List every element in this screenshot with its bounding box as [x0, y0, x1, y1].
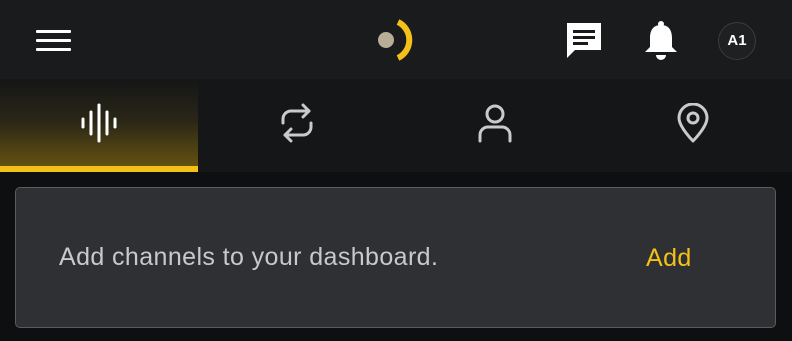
chat-icon[interactable] [564, 20, 604, 60]
brand-logo [378, 19, 413, 61]
person-icon [478, 104, 512, 143]
tab-sync[interactable] [198, 79, 396, 172]
top-bar: A1 [0, 0, 792, 79]
card-message: Add channels to your dashboard. [59, 243, 439, 271]
avatar[interactable]: A1 [718, 22, 756, 60]
tab-bar [0, 79, 792, 172]
location-pin-icon [677, 103, 709, 143]
sync-arrows-icon [281, 103, 313, 143]
tab-location[interactable] [594, 79, 792, 172]
active-tab-indicator [0, 166, 198, 172]
tab-sound-waves[interactable] [0, 79, 198, 172]
hamburger-menu-icon[interactable] [36, 28, 72, 54]
sound-waves-icon [81, 103, 117, 143]
add-channels-card: Add channels to your dashboard. Add [15, 187, 776, 328]
tab-profile[interactable] [396, 79, 594, 172]
add-button[interactable]: Add [646, 244, 692, 273]
app: A1 Add channels to your dashboard. Add [0, 0, 792, 341]
bell-icon[interactable] [642, 20, 680, 60]
